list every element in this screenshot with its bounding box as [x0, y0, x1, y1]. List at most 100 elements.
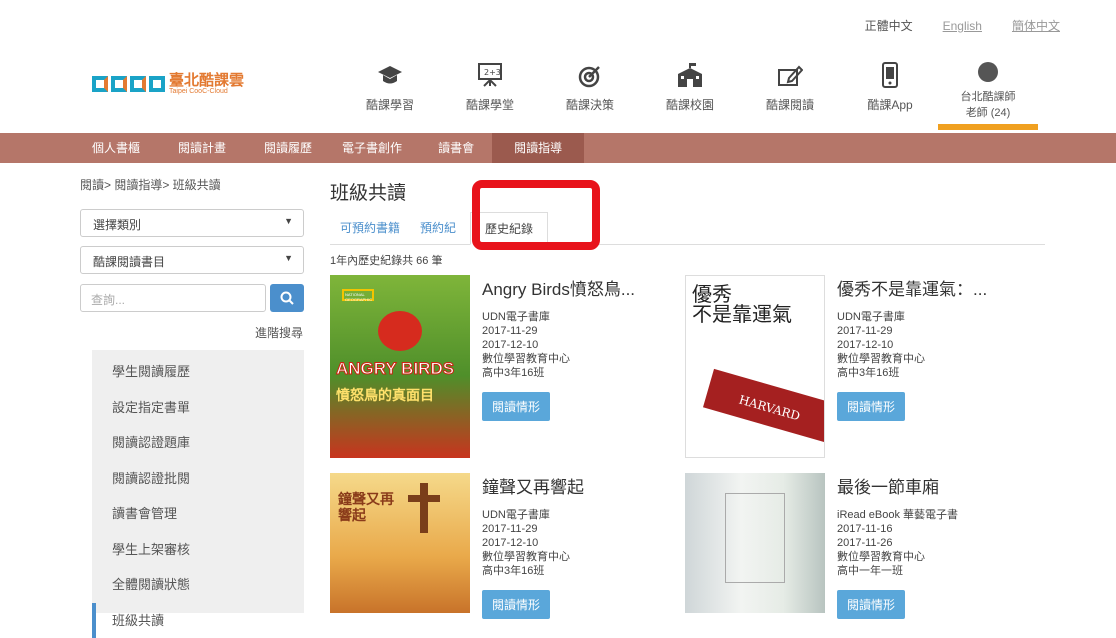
book-title[interactable]: 最後一節車廂 [837, 473, 1027, 498]
book-cover[interactable] [685, 473, 825, 613]
booklist-select-value: 酷課閱讀書目 [93, 255, 165, 269]
category-select-value: 選擇類別 [93, 218, 141, 232]
cross-arm-image [408, 495, 440, 502]
svg-text:2+3: 2+3 [484, 68, 501, 77]
advanced-search-link[interactable]: 進階搜尋 [255, 324, 303, 341]
cross-image [420, 483, 428, 533]
book-publisher: iRead eBook 華藝電子書 [837, 508, 1027, 522]
booklist-select[interactable]: 酷課閱讀書目 ▼ [80, 246, 304, 274]
user-role: 老師 (24) [938, 104, 1038, 120]
category-select[interactable]: 選擇類別 ▼ [80, 209, 304, 237]
side-item-shelf-review[interactable]: 學生上架審核 [92, 532, 304, 568]
book-end-date: 2017-12-10 [482, 536, 672, 550]
page-title: 班級共讀 [330, 178, 406, 205]
topnav-label: 酷課學習 [340, 96, 440, 113]
lang-traditional: 正體中文 [865, 19, 913, 33]
user-menu[interactable]: 台北酷課師 老師 (24) [938, 60, 1038, 130]
mobile-phone-icon [882, 62, 898, 88]
search-icon [280, 291, 294, 305]
lang-english-link[interactable]: English [943, 19, 982, 33]
topnav-reading[interactable]: 酷課閱讀 [740, 60, 840, 113]
user-active-bar [938, 124, 1038, 130]
user-name: 台北酷課師 [938, 88, 1038, 104]
record-count: 1年內歷史紀錄共 66 筆 [330, 252, 442, 268]
side-item-class-reading[interactable]: 班級共讀 [92, 603, 304, 638]
caret-down-icon: ▼ [284, 253, 293, 263]
train-car-image [725, 493, 785, 583]
side-item-student-history[interactable]: 學生閱讀履歷 [92, 354, 304, 390]
reading-status-button[interactable]: 閱讀情形 [482, 392, 550, 421]
top-navigation: 酷課學習 2+3 酷課學堂 酷課決策 酷課校園 酷課閱讀 酷課App 台北酷課師… [340, 60, 940, 113]
avatar [978, 62, 998, 82]
book-start-date: 2017-11-29 [482, 522, 672, 536]
school-building-icon [676, 62, 704, 88]
angry-bird-image [378, 311, 422, 351]
book-cover[interactable]: 鐘聲又再響起 [330, 473, 470, 613]
book-organization: 數位學習教育中心 [837, 352, 1027, 366]
main-navigation: 個人書櫃 閱讀計畫 閱讀履歷 電子書創作 讀書會 閱讀指導 [0, 133, 1116, 163]
topnav-decision[interactable]: 酷課決策 [540, 60, 640, 113]
topnav-learning[interactable]: 酷課學習 [340, 60, 440, 113]
topnav-campus[interactable]: 酷課校園 [640, 60, 740, 113]
book-title[interactable]: 鐘聲又再響起 [482, 473, 672, 498]
tab-bar: 可預約書籍 預約紀 歷史紀錄 [330, 212, 1045, 245]
side-item-assign-booklist[interactable]: 設定指定書單 [92, 390, 304, 426]
side-menu: 學生閱讀履歷 設定指定書單 閱讀認證題庫 閱讀認證批閱 讀書會管理 學生上架審核… [92, 350, 304, 613]
cover-subtitle: 憤怒鳥的真面目 [336, 385, 434, 405]
book-publisher: UDN電子書庫 [482, 508, 672, 522]
book-organization: 數位學習教育中心 [837, 550, 1027, 564]
topnav-label: 酷課學堂 [440, 96, 540, 113]
side-item-question-bank[interactable]: 閱讀認證題庫 [92, 425, 304, 461]
language-switcher: 正體中文 English 簡体中文 [835, 17, 1060, 34]
breadcrumb: 閱讀> 閱讀指導> 班級共讀 [80, 176, 221, 193]
book-organization: 數位學習教育中心 [482, 352, 672, 366]
graduation-cap-icon [377, 64, 403, 88]
blackboard-icon: 2+3 [477, 62, 503, 88]
cover-title: 鐘聲又再響起 [338, 491, 398, 523]
nav-reading-history[interactable]: 閱讀履歷 [252, 133, 324, 163]
topnav-classroom[interactable]: 2+3 酷課學堂 [440, 60, 540, 113]
reading-status-button[interactable]: 閱讀情形 [482, 590, 550, 619]
book-cover[interactable]: 優秀 不是靠運氣 HARVARD [685, 275, 825, 458]
logo-mark [92, 76, 165, 92]
tab-reservations[interactable]: 預約紀 [410, 212, 466, 244]
cover-publisher-mark: NATIONAL GEOGRAPHIC [342, 289, 374, 301]
book-publisher: UDN電子書庫 [837, 310, 1027, 324]
side-item-book-club-admin[interactable]: 讀書會管理 [92, 496, 304, 532]
book-class: 高中3年16班 [482, 366, 672, 380]
reading-status-button[interactable]: 閱讀情形 [837, 590, 905, 619]
topnav-app[interactable]: 酷課App [840, 60, 940, 113]
book-title[interactable]: 優秀不是靠運氣：... [837, 275, 1027, 300]
book-start-date: 2017-11-16 [837, 522, 1027, 536]
site-logo[interactable]: 臺北酷課雲Taipei CooC-Cloud [92, 73, 244, 95]
book-cover[interactable]: NATIONAL GEOGRAPHIC ANGRY BIRDS 憤怒鳥的真面目 [330, 275, 470, 458]
tab-available-books[interactable]: 可預約書籍 [330, 212, 410, 244]
nav-reading-guide[interactable]: 閱讀指導 [492, 133, 584, 163]
book-title[interactable]: Angry Birds憤怒鳥... [482, 275, 672, 300]
nav-reading-plan[interactable]: 閱讀計畫 [152, 133, 252, 163]
search-input[interactable]: 查詢... [80, 284, 266, 312]
topnav-label: 酷課App [840, 96, 940, 113]
book-end-date: 2017-12-10 [482, 338, 672, 352]
book-end-date: 2017-12-10 [837, 338, 1027, 352]
book-start-date: 2017-11-29 [837, 324, 1027, 338]
cover-subtitle: 不是靠運氣 [692, 298, 792, 327]
nav-bookshelf[interactable]: 個人書櫃 [80, 133, 152, 163]
side-item-overall-status[interactable]: 全體閱讀狀態 [92, 567, 304, 603]
logo-title: 臺北酷課雲 [169, 73, 244, 88]
side-item-grading[interactable]: 閱讀認證批閱 [92, 461, 304, 497]
search-button[interactable] [270, 284, 304, 312]
book-class: 高中3年16班 [837, 366, 1027, 380]
book-class: 高中一年一班 [837, 564, 1027, 578]
nav-book-club[interactable]: 讀書會 [420, 133, 492, 163]
book-end-date: 2017-11-26 [837, 536, 1027, 550]
caret-down-icon: ▼ [284, 216, 293, 226]
reading-status-button[interactable]: 閱讀情形 [837, 392, 905, 421]
lang-simplified-link[interactable]: 簡体中文 [1012, 19, 1060, 33]
topnav-label: 酷課決策 [540, 96, 640, 113]
book-class: 高中3年16班 [482, 564, 672, 578]
book-publisher: UDN電子書庫 [482, 310, 672, 324]
book-organization: 數位學習教育中心 [482, 550, 672, 564]
nav-ebook-create[interactable]: 電子書創作 [324, 133, 420, 163]
book-start-date: 2017-11-29 [482, 324, 672, 338]
